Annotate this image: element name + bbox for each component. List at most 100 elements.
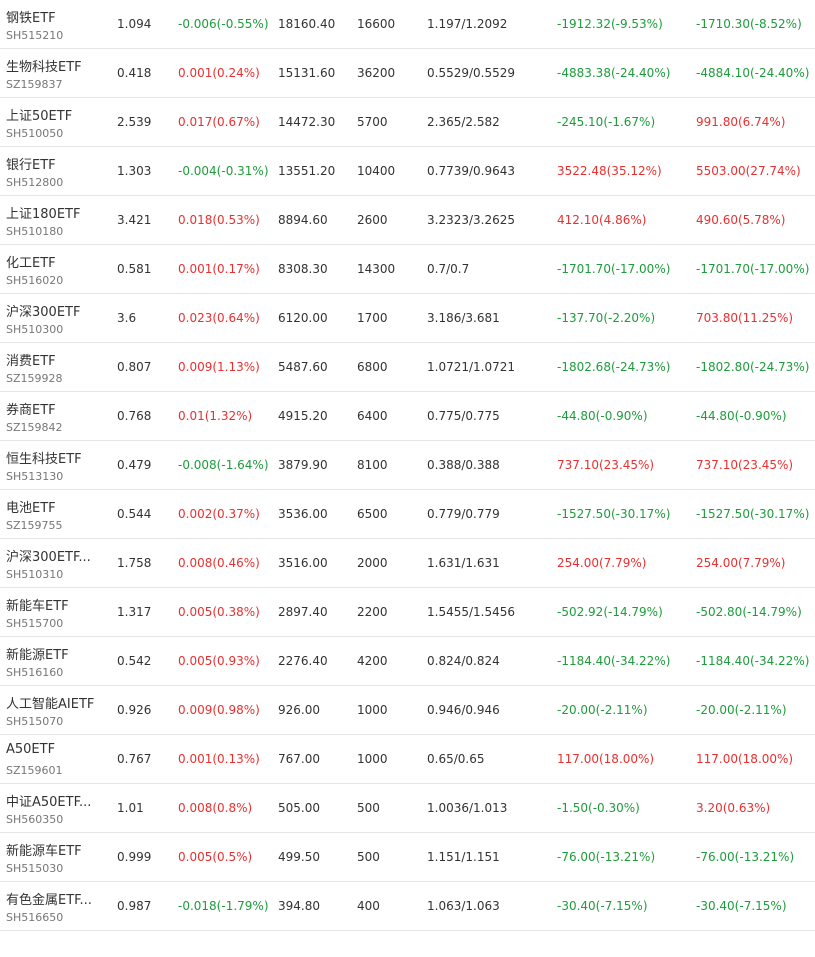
holding-cost: 3.2323/3.2625 [427,213,516,227]
holding-change: -0.006(-0.55%) [178,17,269,31]
holding-total-pnl: -30.40(-7.15%) [696,899,787,913]
holding-row[interactable]: 钢铁ETF SH515210 1.094 -0.006(-0.55%) 1816… [0,0,815,49]
holding-pnl: -1912.32(-9.53%) [557,17,663,31]
holding-row[interactable]: 有色金属ETF... SH516650 0.987 -0.018(-1.79%)… [0,882,815,931]
holding-cost: 0.7739/0.9643 [427,164,516,178]
holding-pnl: 737.10(23.45%) [557,458,655,472]
holding-row[interactable]: 沪深300ETF... SH510310 1.758 0.008(0.46%) … [0,539,815,588]
holding-row[interactable]: 上证180ETF SH510180 3.421 0.018(0.53%) 889… [0,196,815,245]
holding-change: -0.008(-1.64%) [178,458,269,472]
holding-change: 0.005(0.38%) [178,605,260,619]
holding-market-value: 13551.20 [278,164,336,178]
holding-market-value: 499.50 [278,850,320,864]
holdings-rows: 钢铁ETF SH515210 1.094 -0.006(-0.55%) 1816… [0,0,815,931]
holding-total-pnl: 490.60(5.78%) [696,213,786,227]
holding-total-pnl: -1184.40(-34.22%) [696,654,810,668]
holding-name: 有色金属ETF... [6,893,92,908]
holding-cost: 3.186/3.681 [427,311,500,325]
holding-name: A50ETF [6,742,56,757]
holding-name: 中证A50ETF... [6,795,92,810]
holding-row[interactable]: 银行ETF SH512800 1.303 -0.004(-0.31%) 1355… [0,147,815,196]
holding-code: SZ159755 [6,519,63,532]
holding-change: 0.018(0.53%) [178,213,260,227]
holding-row[interactable]: 化工ETF SH516020 0.581 0.001(0.17%) 8308.3… [0,245,815,294]
holding-change: -0.018(-1.79%) [178,899,269,913]
holding-pnl: -502.92(-14.79%) [557,605,663,619]
holding-row[interactable]: A50ETF SZ159601 0.767 0.001(0.13%) 767.0… [0,735,815,784]
holding-name-cell: 沪深300ETF SH510300 [6,294,106,343]
holding-total-pnl: 5503.00(27.74%) [696,164,801,178]
holding-row[interactable]: 生物科技ETF SZ159837 0.418 0.001(0.24%) 1513… [0,49,815,98]
holding-quantity: 16600 [357,17,396,31]
holding-row[interactable]: 上证50ETF SH510050 2.539 0.017(0.67%) 1447… [0,98,815,147]
holding-change: 0.005(0.5%) [178,850,253,864]
holding-market-value: 3536.00 [278,507,328,521]
holding-row[interactable]: 中证A50ETF... SH560350 1.01 0.008(0.8%) 50… [0,784,815,833]
holding-name: 上证180ETF [6,207,81,222]
holding-change: 0.009(0.98%) [178,703,260,717]
holding-price: 3.6 [117,311,137,325]
holding-price: 3.421 [117,213,152,227]
holding-total-pnl: -4884.10(-24.40%) [696,66,810,80]
holding-price: 0.581 [117,262,152,276]
holding-cost: 0.775/0.775 [427,409,500,423]
holding-total-pnl: 3.20(0.63%) [696,801,771,815]
holding-total-pnl: -76.00(-13.21%) [696,850,795,864]
holding-total-pnl: 117.00(18.00%) [696,752,794,766]
holding-code: SH515210 [6,29,64,42]
holding-market-value: 4915.20 [278,409,328,423]
holding-pnl: -1527.50(-30.17%) [557,507,671,521]
holding-name: 电池ETF [6,501,56,516]
holding-row[interactable]: 券商ETF SZ159842 0.768 0.01(1.32%) 4915.20… [0,392,815,441]
holding-quantity: 500 [357,801,380,815]
holding-total-pnl: -1802.80(-24.73%) [696,360,810,374]
holding-market-value: 2276.40 [278,654,328,668]
holding-cost: 0.65/0.65 [427,752,485,766]
holding-price: 0.807 [117,360,152,374]
holding-pnl: -44.80(-0.90%) [557,409,648,423]
holding-name-cell: 钢铁ETF SH515210 [6,0,106,49]
holding-change: 0.023(0.64%) [178,311,260,325]
holding-row[interactable]: 新能源车ETF SH515030 0.999 0.005(0.5%) 499.5… [0,833,815,882]
holding-name: 券商ETF [6,403,56,418]
holding-code: SZ159842 [6,421,63,434]
holding-pnl: 117.00(18.00%) [557,752,655,766]
holding-quantity: 5700 [357,115,388,129]
holding-market-value: 505.00 [278,801,320,815]
holding-row[interactable]: 电池ETF SZ159755 0.544 0.002(0.37%) 3536.0… [0,490,815,539]
holding-row[interactable]: 恒生科技ETF SH513130 0.479 -0.008(-1.64%) 38… [0,441,815,490]
holding-price: 1.094 [117,17,152,31]
holding-name: 上证50ETF [6,109,73,124]
holding-row[interactable]: 新能源ETF SH516160 0.542 0.005(0.93%) 2276.… [0,637,815,686]
holding-code: SH560350 [6,813,64,826]
holding-change: 0.009(1.13%) [178,360,260,374]
holding-name-cell: 有色金属ETF... SH516650 [6,882,106,931]
holding-cost: 0.946/0.946 [427,703,500,717]
holding-quantity: 500 [357,850,380,864]
holding-row[interactable]: 沪深300ETF SH510300 3.6 0.023(0.64%) 6120.… [0,294,815,343]
holding-name: 钢铁ETF [6,11,56,26]
holding-row[interactable]: 消费ETF SZ159928 0.807 0.009(1.13%) 5487.6… [0,343,815,392]
holding-price: 1.758 [117,556,152,570]
holding-name: 恒生科技ETF [6,452,82,467]
holding-row[interactable]: 新能车ETF SH515700 1.317 0.005(0.38%) 2897.… [0,588,815,637]
holding-quantity: 6800 [357,360,388,374]
holding-market-value: 394.80 [278,899,320,913]
holding-code: SH513130 [6,470,64,483]
holding-change: 0.017(0.67%) [178,115,260,129]
holding-price: 0.768 [117,409,152,423]
holding-total-pnl: 737.10(23.45%) [696,458,794,472]
holding-code: SH515030 [6,862,64,875]
holding-total-pnl: -1527.50(-30.17%) [696,507,810,521]
holding-name-cell: 电池ETF SZ159755 [6,490,106,539]
holding-change: 0.001(0.17%) [178,262,260,276]
holding-price: 0.479 [117,458,152,472]
holding-name-cell: 中证A50ETF... SH560350 [6,784,106,833]
holding-pnl: -1802.68(-24.73%) [557,360,671,374]
holding-quantity: 4200 [357,654,388,668]
holding-name: 生物科技ETF [6,60,82,75]
holding-total-pnl: -44.80(-0.90%) [696,409,787,423]
holding-quantity: 8100 [357,458,388,472]
holding-row[interactable]: 人工智能AIETF SH515070 0.926 0.009(0.98%) 92… [0,686,815,735]
holding-change: -0.004(-0.31%) [178,164,269,178]
